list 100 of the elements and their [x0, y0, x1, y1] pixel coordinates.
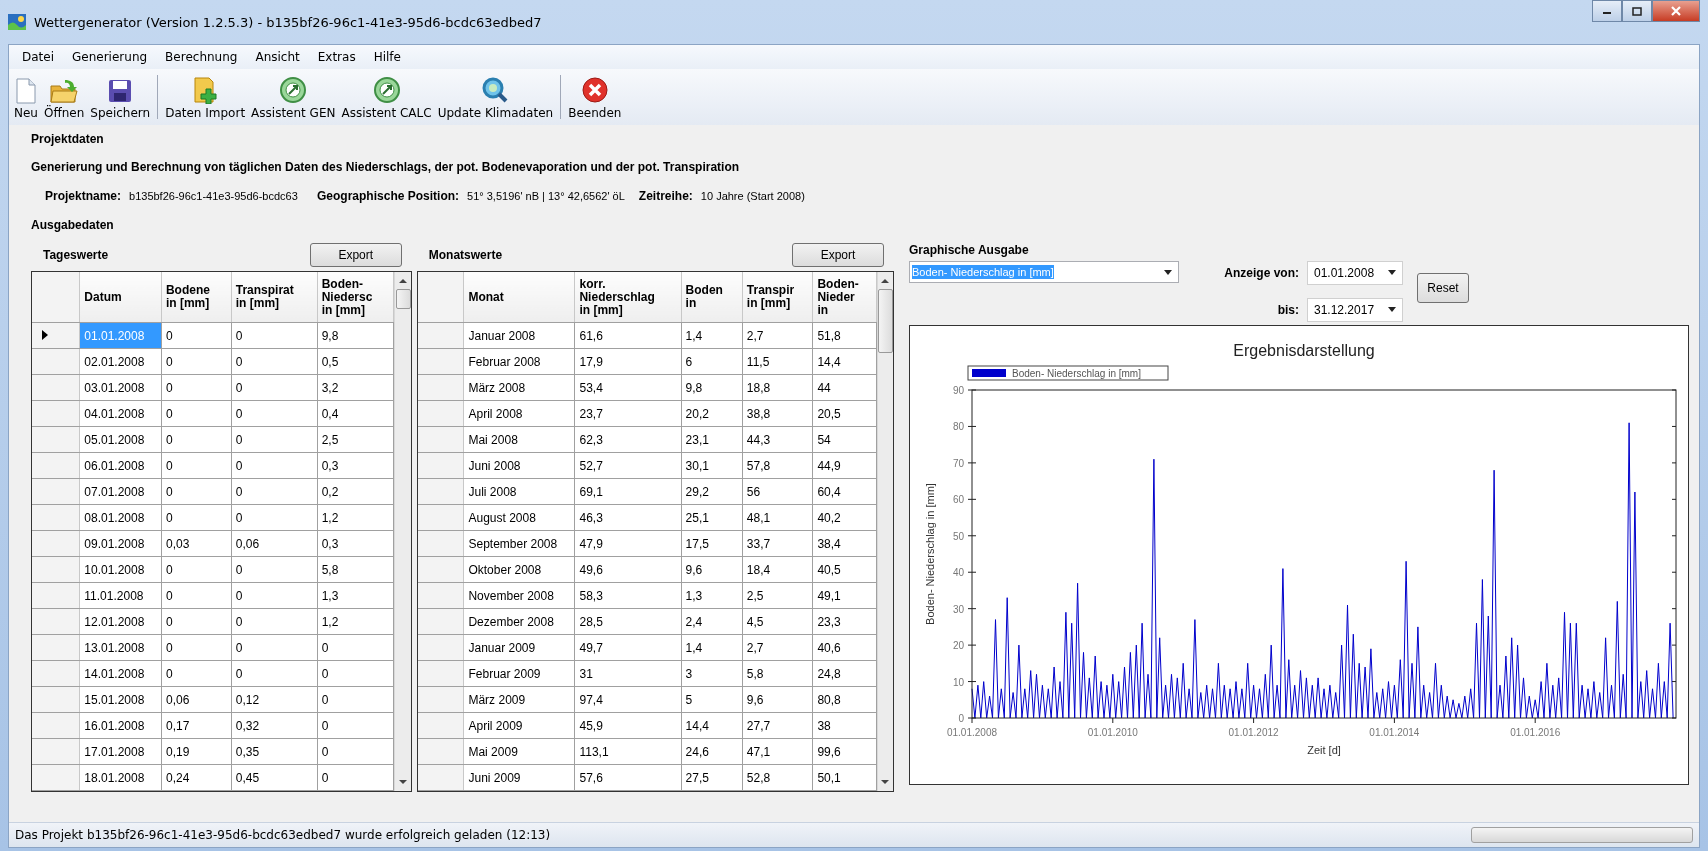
- table-cell: 40,6: [812, 634, 877, 661]
- minimize-button[interactable]: [1592, 0, 1622, 22]
- table-cell: 97,4: [574, 686, 682, 713]
- column-header[interactable]: Bodene in [mm]: [161, 272, 232, 323]
- table-cell: 0: [161, 322, 232, 349]
- table-cell: 0,4: [317, 400, 394, 427]
- field-label: Zeitreihe:: [638, 189, 693, 203]
- table-cell: 44,9: [812, 452, 877, 479]
- table-cell: 0: [317, 764, 394, 791]
- field-label: Geographische Position:: [317, 189, 460, 203]
- table-cell: 0: [231, 374, 318, 401]
- table-cell: 50,1: [812, 764, 877, 791]
- table-cell: November 2008: [463, 582, 575, 609]
- table-cell: 0: [231, 582, 318, 609]
- table-cell: 0: [231, 608, 318, 635]
- tick-label: 70: [952, 457, 964, 469]
- scroll-up-icon[interactable]: [399, 278, 408, 283]
- table-cell: 53,4: [574, 374, 682, 401]
- table-cell: 1,2: [317, 608, 394, 635]
- menu-item[interactable]: Berechnung: [156, 47, 247, 67]
- legend-label: Boden- Niederschlag in [mm]: [1012, 368, 1141, 379]
- table-cell: 1,2: [317, 504, 394, 531]
- table-cell: 3: [681, 660, 743, 687]
- scrollbar[interactable]: [394, 272, 411, 791]
- table-cell: 38,8: [742, 400, 813, 427]
- toolbar-button[interactable]: Neu: [11, 69, 41, 125]
- toolbar-button[interactable]: Öffnen: [40, 69, 88, 125]
- table-cell: 0: [317, 660, 394, 687]
- date-picker[interactable]: 31.12.2017: [1307, 297, 1403, 322]
- table-cell: 0: [161, 504, 232, 531]
- column-header[interactable]: Boden in: [681, 272, 743, 323]
- table-cell: 25,1: [681, 504, 743, 531]
- column-header[interactable]: Boden- Niedersc in [mm]: [317, 272, 394, 323]
- export-button[interactable]: Export: [792, 243, 884, 267]
- column-header[interactable]: Transpir in [mm]: [742, 272, 813, 323]
- table-cell: 0,24: [161, 764, 232, 791]
- chart-title: Ergebnisdarstellung: [1233, 342, 1375, 359]
- table-cell: Juni 2009: [463, 764, 575, 791]
- menu-item[interactable]: Hilfe: [364, 47, 410, 67]
- tick-label: 60: [952, 494, 964, 506]
- column-header[interactable]: korr. Niederschlag in [mm]: [574, 272, 682, 323]
- status-text: Das Projekt b135bf26-96c1-41e3-95d6-bcdc63edbed7 wurde erfolgreich geladen (12:13): [15, 828, 551, 842]
- toolbar-button[interactable]: Assistent GEN: [248, 69, 339, 125]
- menu-item[interactable]: Datei: [13, 47, 63, 67]
- table-cell: 0: [161, 556, 232, 583]
- toolbar-button[interactable]: Beenden: [565, 69, 625, 125]
- document-icon: [15, 78, 37, 104]
- table-cell: 0: [161, 608, 232, 635]
- table-cell: 9,6: [681, 556, 743, 583]
- table-cell: 5,8: [317, 556, 394, 583]
- table-cell: 52,7: [574, 452, 682, 479]
- table-cell: Januar 2008: [463, 322, 575, 349]
- column-header[interactable]: Transpirat in [mm]: [231, 272, 318, 323]
- menu-item[interactable]: Extras: [308, 47, 365, 67]
- scroll-thumb[interactable]: [877, 289, 893, 353]
- table-cell: 49,6: [574, 556, 682, 583]
- column-header[interactable]: Monat: [463, 272, 575, 323]
- toolbar-button[interactable]: Daten Import: [162, 69, 249, 125]
- table-title: Tageswerte: [43, 248, 109, 262]
- date-picker[interactable]: 01.01.2008: [1307, 260, 1403, 285]
- reset-button[interactable]: Reset: [1417, 273, 1469, 303]
- table-cell: Juli 2008: [463, 478, 575, 505]
- section-heading: Projektdaten: [31, 131, 105, 148]
- table-cell: 0: [161, 400, 232, 427]
- field-label: bis:: [1276, 302, 1299, 317]
- table-cell: 11,5: [742, 348, 813, 375]
- table-cell: 48,1: [742, 504, 813, 531]
- scroll-down-icon[interactable]: [881, 780, 890, 785]
- tick-label: 20: [952, 640, 964, 652]
- table-cell: 27,7: [742, 712, 813, 739]
- table-cell: 1,4: [681, 634, 743, 661]
- table-cell: 0: [317, 738, 394, 765]
- scroll-down-icon[interactable]: [399, 780, 408, 785]
- table-cell: 0: [161, 426, 232, 453]
- table-cell: 1,4: [681, 322, 743, 349]
- tick-label: 80: [952, 421, 964, 433]
- toolbar-button[interactable]: Update Klimadaten: [434, 69, 557, 125]
- table-cell: 58,3: [574, 582, 682, 609]
- maximize-button[interactable]: [1622, 0, 1652, 22]
- table-cell: 05.01.2008: [79, 426, 162, 453]
- table-cell: 2,4: [681, 608, 743, 635]
- close-button[interactable]: [1652, 0, 1700, 22]
- toolbar-button[interactable]: Speichern: [87, 69, 154, 125]
- export-button[interactable]: Export: [309, 243, 402, 267]
- table-cell: 0: [161, 634, 232, 661]
- table-cell: 02.01.2008: [79, 348, 162, 375]
- menu-item[interactable]: Ansicht: [246, 47, 309, 67]
- table-cell: Januar 2009: [463, 634, 575, 661]
- column-header[interactable]: Boden- Nieder in: [812, 272, 877, 323]
- column-header[interactable]: Datum: [79, 272, 162, 323]
- table-cell: 2,7: [742, 322, 813, 349]
- tick-label: 01.01.2012: [1228, 727, 1279, 738]
- table-cell: 44,3: [742, 426, 813, 453]
- toolbar-button[interactable]: Assistent CALC: [338, 69, 435, 125]
- scroll-up-icon[interactable]: [881, 278, 890, 283]
- table-cell: 15.01.2008: [79, 686, 162, 713]
- table-cell: 04.01.2008: [79, 400, 162, 427]
- scroll-thumb[interactable]: [395, 289, 411, 309]
- menu-item[interactable]: Generierung: [63, 47, 157, 67]
- table-cell: 0,06: [231, 530, 318, 557]
